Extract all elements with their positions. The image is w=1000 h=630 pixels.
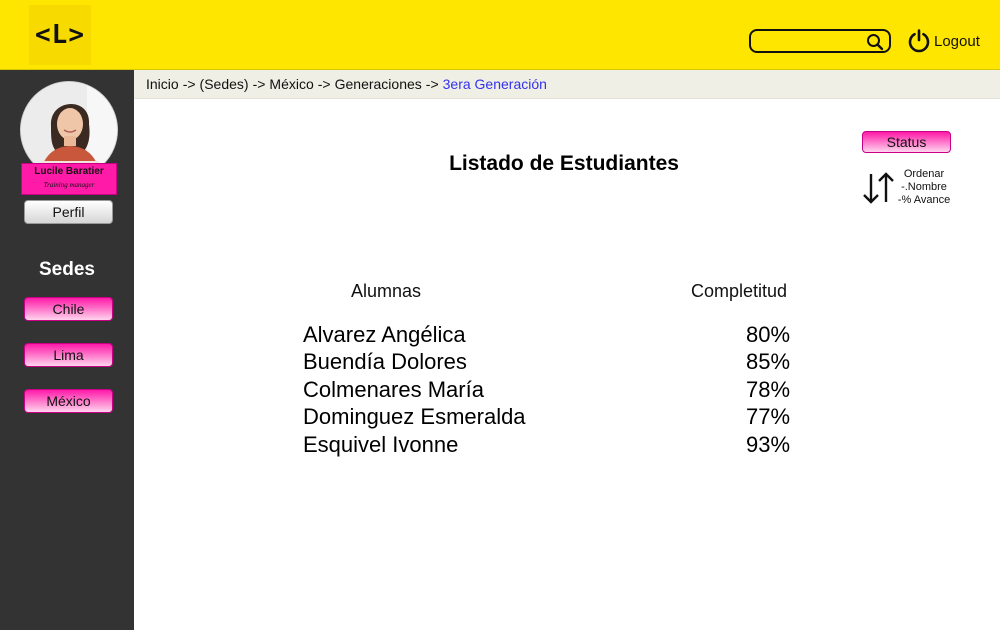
logout-button[interactable]: Logout [906,27,980,55]
sort-icon[interactable] [862,170,896,206]
profile-name: Lucile Baratier [34,166,104,177]
student-completion: 93% [746,432,791,457]
student-row[interactable]: Esquivel Ivonne 93% [303,432,803,460]
breadcrumb-separator: -> [317,76,331,92]
column-header-completion: Completitud [691,281,788,301]
logo[interactable]: <L> [29,5,91,65]
sidebar: Lucile Baratier Training manager Perfil … [0,70,134,630]
sort-options: Ordenar -.Nombre -% Avance [893,168,955,207]
sort-option-name[interactable]: -.Nombre [893,181,955,194]
student-completion: 78% [746,377,791,402]
power-icon [908,29,930,53]
breadcrumb-item[interactable]: México [269,76,313,92]
status-button[interactable]: Status [862,131,951,153]
page-title: Listado de Estudiantes [449,152,679,175]
student-row[interactable]: Colmenares María 78% [303,377,803,405]
top-header: <L> Logout [0,0,1000,70]
student-name: Colmenares María [303,377,484,402]
student-completion: 77% [746,404,791,429]
breadcrumb-separator: -> [182,76,196,92]
student-name: Buendía Dolores [303,349,467,374]
student-row[interactable]: Dominguez Esmeralda 77% [303,404,803,432]
breadcrumb-item[interactable]: Inicio [146,76,179,92]
student-name: Esquivel Ivonne [303,432,459,457]
student-completion: 85% [746,349,791,374]
sort-title: Ordenar [903,168,945,180]
logout-label: Logout [934,32,980,50]
sort-option-progress[interactable]: -% Avance [893,194,955,207]
perfil-button[interactable]: Perfil [24,200,113,224]
sede-button-mexico[interactable]: México [24,389,113,413]
student-name: Alvarez Angélica [303,322,466,347]
breadcrumb-item[interactable]: Generaciones [335,76,422,92]
student-completion: 80% [746,322,791,347]
breadcrumb-separator: -> [425,76,439,92]
sede-button-lima[interactable]: Lima [24,343,113,367]
profile-role: Training manager [43,181,95,189]
student-row[interactable]: Alvarez Angélica 80% [303,322,803,350]
profile-name-card: Lucile Baratier Training manager [21,163,117,195]
student-name: Dominguez Esmeralda [303,404,526,429]
sede-button-chile[interactable]: Chile [24,297,113,321]
search-input[interactable] [757,32,865,50]
search-box[interactable] [749,29,891,53]
breadcrumb: Inicio -> (Sedes) -> México -> Generaciones -> 3… [134,70,1000,99]
breadcrumb-separator: -> [252,76,266,92]
search-icon[interactable] [866,33,884,51]
column-header-name: Alumnas [351,281,422,301]
breadcrumb-current[interactable]: 3era Generación [443,76,547,92]
student-row[interactable]: Buendía Dolores 85% [303,349,803,377]
breadcrumb-item[interactable]: (Sedes) [200,76,249,92]
sedes-heading: Sedes [39,259,95,280]
